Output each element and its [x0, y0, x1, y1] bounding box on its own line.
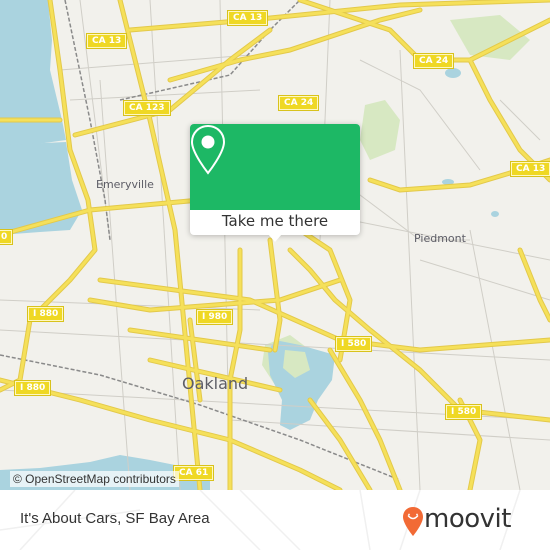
bay-water	[0, 0, 66, 145]
popup-pointer	[268, 234, 282, 242]
route-shield-ca61: CA 61	[172, 465, 215, 481]
moovit-wordmark: moovit	[424, 504, 511, 534]
popup-header	[190, 124, 360, 210]
park	[360, 100, 400, 160]
route-shield-i880: I 880	[13, 380, 52, 396]
route-shield-i580: I 580	[444, 404, 483, 420]
route-shield-ca13: CA 13	[509, 161, 550, 177]
moovit-logo-pin-icon	[403, 507, 423, 536]
route-shield-ca13: CA 13	[85, 33, 128, 49]
footer-bar: It's About Cars, SF Bay Area moovit	[0, 490, 550, 550]
route-shield-i580: I 580	[334, 336, 373, 352]
take-me-there-button[interactable]: Take me there	[190, 210, 360, 235]
map-view[interactable]: CA 13 CA 13 CA 123 CA 24 CA 24 CA 13 I 8…	[0, 0, 550, 490]
route-shield-i880: I 880	[26, 306, 65, 322]
place-name: It's About Cars, SF Bay Area	[20, 510, 210, 527]
location-popup: Take me there	[190, 124, 360, 242]
place-label-emeryville: Emeryville	[96, 178, 154, 191]
map-pin-icon	[190, 124, 226, 175]
route-shield-i980: I 980	[195, 309, 234, 325]
route-shield-ca123: CA 123	[123, 100, 171, 116]
route-shield-partial: 0	[0, 229, 14, 245]
route-shield-ca24: CA 24	[412, 53, 455, 69]
route-shield-ca13: CA 13	[226, 10, 269, 26]
place-label-piedmont: Piedmont	[414, 232, 466, 245]
map-attribution[interactable]: © OpenStreetMap contributors	[10, 471, 179, 487]
place-label-oakland: Oakland	[182, 374, 249, 393]
route-shield-ca24: CA 24	[277, 95, 320, 111]
